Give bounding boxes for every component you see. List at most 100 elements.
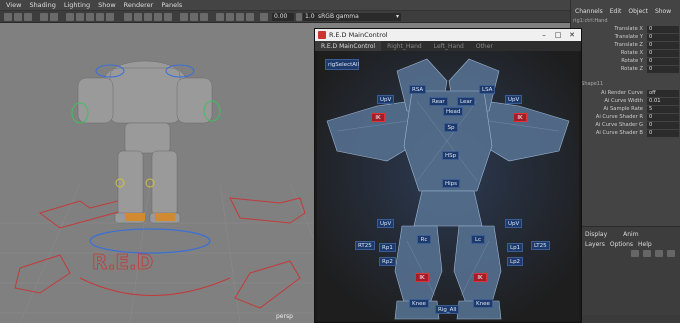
attr-value[interactable]: 0 bbox=[647, 58, 679, 65]
rp1-button[interactable]: Rp1 bbox=[379, 243, 396, 252]
tab-other[interactable]: Other bbox=[470, 41, 499, 51]
attr-row[interactable]: Rotate Y 0 bbox=[571, 58, 680, 66]
gate-mask-icon[interactable] bbox=[86, 13, 94, 21]
isolate-select-icon[interactable] bbox=[200, 13, 208, 21]
tab-display[interactable]: Display bbox=[585, 231, 607, 238]
ik-leg-right-button[interactable]: IK bbox=[473, 273, 487, 282]
shape-attr-row[interactable]: Ai Curve Shader G 0 bbox=[571, 122, 680, 130]
shape-attr-row[interactable]: Ai Curve Shader R 0 bbox=[571, 114, 680, 122]
head-button[interactable]: Head bbox=[443, 107, 464, 116]
safe-action-icon[interactable] bbox=[106, 13, 114, 21]
menu-panels[interactable]: Panels bbox=[161, 1, 182, 9]
upv-arm-right-button[interactable]: UpV bbox=[505, 95, 523, 104]
lp2-button[interactable]: Lp2 bbox=[507, 257, 524, 266]
attr-row[interactable]: Translate Z 0 bbox=[571, 42, 680, 50]
shape-attr-row[interactable]: Ai Render Curve off bbox=[571, 90, 680, 98]
ik-arm-left-button[interactable]: IK bbox=[371, 113, 385, 122]
attr-row[interactable]: Translate X 0 bbox=[571, 26, 680, 34]
menu-view[interactable]: View bbox=[6, 1, 21, 9]
menu-options[interactable]: Options bbox=[610, 241, 633, 248]
close-icon[interactable]: ✕ bbox=[565, 30, 579, 40]
menu-shading[interactable]: Shading bbox=[29, 1, 55, 9]
wireframe-icon[interactable] bbox=[124, 13, 132, 21]
field-chart-icon[interactable] bbox=[96, 13, 104, 21]
shape-attr-row[interactable]: Ai Curve Shader B 0 bbox=[571, 130, 680, 138]
smooth-shade-icon[interactable] bbox=[134, 13, 142, 21]
lt25-button[interactable]: LT25 bbox=[531, 241, 550, 250]
lear-button[interactable]: Lear bbox=[457, 97, 475, 106]
textured-icon[interactable] bbox=[144, 13, 152, 21]
grid-icon[interactable] bbox=[50, 13, 58, 21]
rt25-button[interactable]: RT25 bbox=[355, 241, 375, 250]
knee-right-button[interactable]: Knee bbox=[473, 299, 493, 308]
lc-button[interactable]: Lc bbox=[471, 235, 485, 244]
attr-value[interactable]: 0 bbox=[647, 66, 679, 73]
tab-maincontrol[interactable]: R.E.D MainControl bbox=[315, 41, 382, 51]
layer-down-icon[interactable] bbox=[643, 250, 651, 257]
film-gate-icon[interactable] bbox=[66, 13, 74, 21]
rp2-button[interactable]: Rp2 bbox=[379, 257, 396, 266]
motion-blur-icon[interactable] bbox=[226, 13, 234, 21]
select-camera-icon[interactable] bbox=[4, 13, 12, 21]
shape-attr-row[interactable]: Ai Curve Width 0.01 bbox=[571, 98, 680, 106]
attr-value[interactable]: 0 bbox=[647, 122, 679, 129]
depth-of-field-icon[interactable] bbox=[246, 13, 254, 21]
layer-up-icon[interactable] bbox=[631, 250, 639, 257]
foot-control-left[interactable] bbox=[125, 213, 145, 221]
knee-left-button[interactable]: Knee bbox=[409, 299, 429, 308]
attr-row[interactable]: Rotate Z 0 bbox=[571, 66, 680, 74]
attr-value[interactable]: 5 bbox=[647, 106, 679, 113]
shape-attr-row[interactable]: Ai Sample Rate 5 bbox=[571, 106, 680, 114]
menu-channels[interactable]: Channels bbox=[575, 8, 603, 17]
ik-arm-right-button[interactable]: IK bbox=[513, 113, 527, 122]
menu-edit[interactable]: Edit bbox=[610, 8, 622, 17]
attr-row[interactable]: Translate Y 0 bbox=[571, 34, 680, 42]
shadows-icon[interactable] bbox=[164, 13, 172, 21]
tab-right-hand[interactable]: Right_Hand bbox=[381, 41, 428, 51]
attr-row[interactable]: Rotate X 0 bbox=[571, 50, 680, 58]
ik-leg-left-button[interactable]: IK bbox=[415, 273, 429, 282]
attr-value[interactable]: 0 bbox=[647, 50, 679, 57]
ambient-occlusion-icon[interactable] bbox=[216, 13, 224, 21]
foot-control-right[interactable] bbox=[155, 213, 175, 221]
new-layer-icon[interactable] bbox=[655, 250, 663, 257]
attr-value[interactable]: 0 bbox=[647, 34, 679, 41]
anti-aliasing-icon[interactable] bbox=[236, 13, 244, 21]
tab-anim[interactable]: Anim bbox=[623, 231, 638, 238]
upv-leg-left-button[interactable]: UpV bbox=[377, 219, 395, 228]
lsa-button[interactable]: LSA bbox=[479, 85, 496, 94]
window-titlebar[interactable]: R.E.D MainControl – □ ✕ bbox=[315, 29, 581, 41]
attr-value[interactable]: 0 bbox=[647, 42, 679, 49]
menu-show-cb[interactable]: Show bbox=[655, 8, 671, 17]
menu-help[interactable]: Help bbox=[638, 241, 652, 248]
image-plane-icon[interactable] bbox=[40, 13, 48, 21]
rsa-button[interactable]: RSA bbox=[409, 85, 427, 94]
attr-value[interactable]: 0 bbox=[647, 130, 679, 137]
rig-all-button[interactable]: Rig_All bbox=[435, 305, 460, 314]
hips-button[interactable]: Hips bbox=[442, 179, 461, 188]
use-all-lights-icon[interactable] bbox=[154, 13, 162, 21]
menu-layers[interactable]: Layers bbox=[585, 241, 605, 248]
high-spine-button[interactable]: HSp bbox=[442, 151, 460, 160]
robot-model[interactable] bbox=[77, 60, 213, 224]
rc-button[interactable]: Rc bbox=[417, 235, 431, 244]
exposure-field[interactable]: 0.00 bbox=[272, 13, 294, 21]
xray-icon[interactable] bbox=[180, 13, 188, 21]
tab-left-hand[interactable]: Left_Hand bbox=[428, 41, 470, 51]
maximize-icon[interactable]: □ bbox=[551, 30, 565, 40]
rear-button[interactable]: Rear bbox=[429, 97, 448, 106]
menu-show[interactable]: Show bbox=[98, 1, 116, 9]
resolution-gate-icon[interactable] bbox=[76, 13, 84, 21]
gamma-field[interactable]: 1.00 bbox=[303, 13, 318, 21]
menu-object[interactable]: Object bbox=[628, 8, 648, 17]
attr-value[interactable]: 0.01 bbox=[647, 98, 679, 105]
menu-renderer[interactable]: Renderer bbox=[124, 1, 154, 9]
upv-leg-right-button[interactable]: UpV bbox=[505, 219, 523, 228]
bookmark-icon[interactable] bbox=[24, 13, 32, 21]
rig-select-all-button[interactable]: rigSelectAll bbox=[325, 59, 359, 70]
new-layer-selected-icon[interactable] bbox=[667, 250, 675, 257]
minimize-icon[interactable]: – bbox=[537, 30, 551, 40]
xray-joints-icon[interactable] bbox=[190, 13, 198, 21]
upv-arm-left-button[interactable]: UpV bbox=[377, 95, 395, 104]
attr-value[interactable]: off bbox=[647, 90, 679, 97]
